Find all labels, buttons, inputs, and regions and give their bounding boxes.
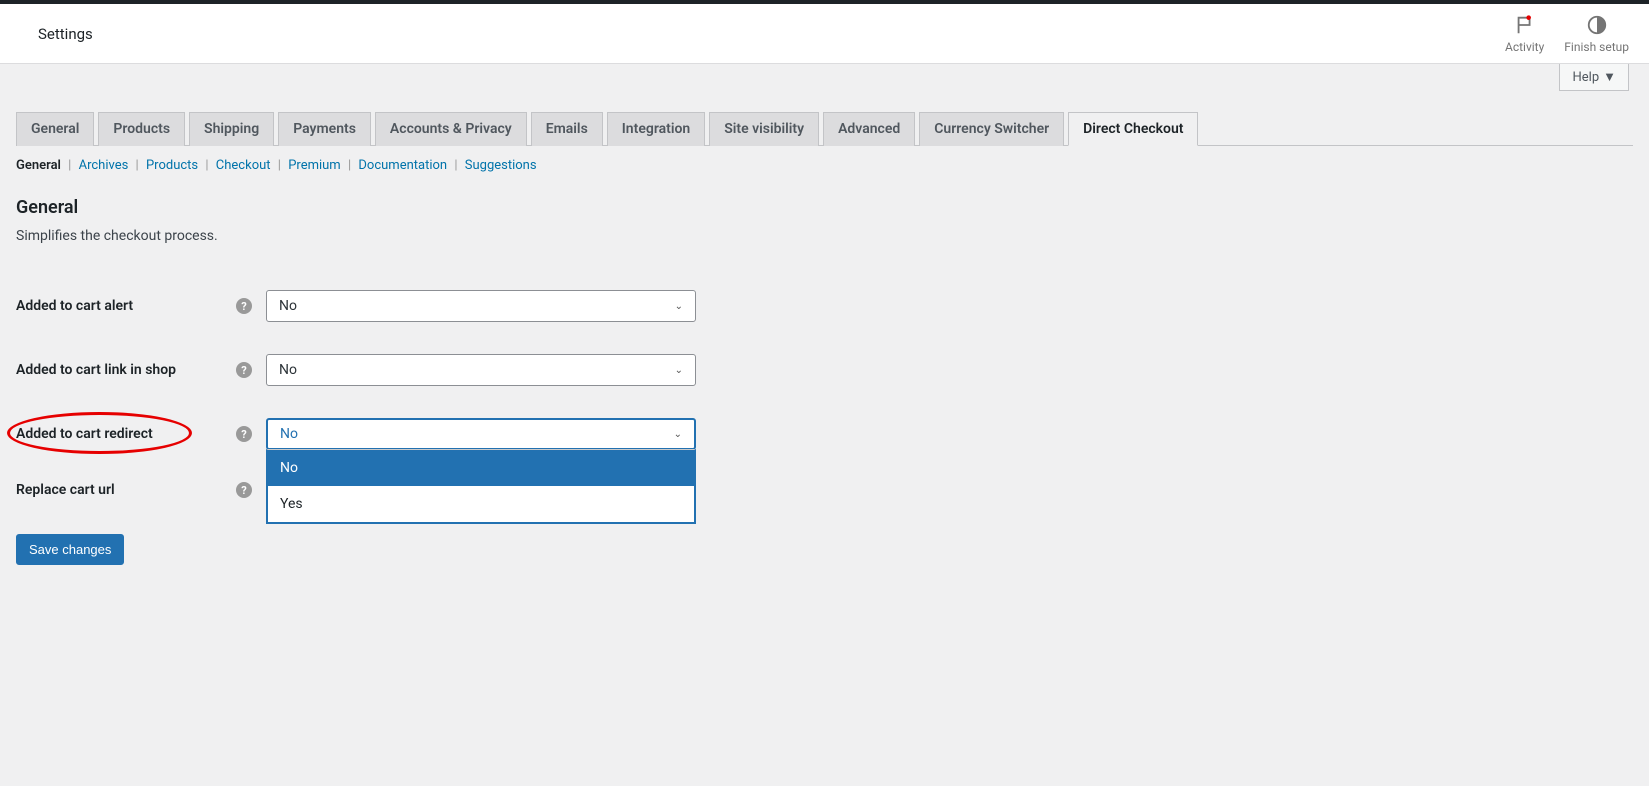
chevron-down-icon: ⌄ [674,429,682,440]
subsub-products[interactable]: Products [146,158,198,173]
activity-button[interactable]: Activity [1505,14,1544,54]
added-to-cart-redirect-label: Added to cart redirect [16,426,236,442]
flag-icon [1514,14,1536,36]
replace-cart-url-label: Replace cart url [16,482,236,498]
added-to-cart-link-select[interactable]: No ⌄ [266,354,696,386]
section-description: Simplifies the checkout process. [16,228,1633,244]
added-to-cart-alert-label: Added to cart alert [16,298,236,314]
chevron-down-icon: ⌄ [675,301,683,312]
tab-site-visibility[interactable]: Site visibility [709,112,819,146]
help-tooltip-icon[interactable]: ? [236,298,252,314]
tab-products[interactable]: Products [98,112,185,146]
subsub-premium[interactable]: Premium [288,158,341,173]
tab-payments[interactable]: Payments [278,112,371,146]
help-tooltip-icon[interactable]: ? [236,482,252,498]
added-to-cart-redirect-value: No [280,426,298,442]
activity-label: Activity [1505,40,1544,54]
finish-setup-button[interactable]: Finish setup [1564,14,1629,54]
tab-general[interactable]: General [16,112,94,146]
nav-tabs: General Products Shipping Payments Accou… [16,64,1633,146]
help-tooltip-icon[interactable]: ? [236,362,252,378]
dropdown-option-no[interactable]: No [268,450,694,486]
tab-shipping[interactable]: Shipping [189,112,274,146]
tab-integration[interactable]: Integration [607,112,705,146]
tab-accounts-privacy[interactable]: Accounts & Privacy [375,112,527,146]
tab-advanced[interactable]: Advanced [823,112,915,146]
subsub-general[interactable]: General [16,158,61,173]
tab-currency-switcher[interactable]: Currency Switcher [919,112,1064,146]
tab-direct-checkout[interactable]: Direct Checkout [1068,112,1198,146]
finish-setup-label: Finish setup [1564,40,1629,54]
subsub-documentation[interactable]: Documentation [358,158,447,173]
save-changes-button[interactable]: Save changes [16,534,124,565]
added-to-cart-redirect-select[interactable]: No ⌄ [266,418,696,450]
dropdown-option-yes[interactable]: Yes [268,486,694,522]
page-title: Settings [38,25,93,43]
circle-half-icon [1586,14,1608,36]
chevron-down-icon: ⌄ [675,365,683,376]
help-tab[interactable]: Help ▼ [1559,64,1629,91]
section-heading: General [16,197,1633,218]
subsubsub-nav: General | Archives | Products | Checkout… [16,146,1633,185]
subsub-archives[interactable]: Archives [79,158,129,173]
help-tooltip-icon[interactable]: ? [236,426,252,442]
chevron-down-icon: ▼ [1603,69,1616,85]
subsub-suggestions[interactable]: Suggestions [465,158,537,173]
added-to-cart-redirect-dropdown: No Yes [266,449,696,524]
added-to-cart-link-label: Added to cart link in shop [16,362,236,378]
subsub-checkout[interactable]: Checkout [216,158,271,173]
tab-emails[interactable]: Emails [531,112,603,146]
added-to-cart-alert-select[interactable]: No ⌄ [266,290,696,322]
page-header: Settings Activity Finish setup [0,4,1649,64]
added-to-cart-link-value: No [279,362,297,378]
added-to-cart-alert-value: No [279,298,297,314]
help-label: Help [1572,70,1599,85]
